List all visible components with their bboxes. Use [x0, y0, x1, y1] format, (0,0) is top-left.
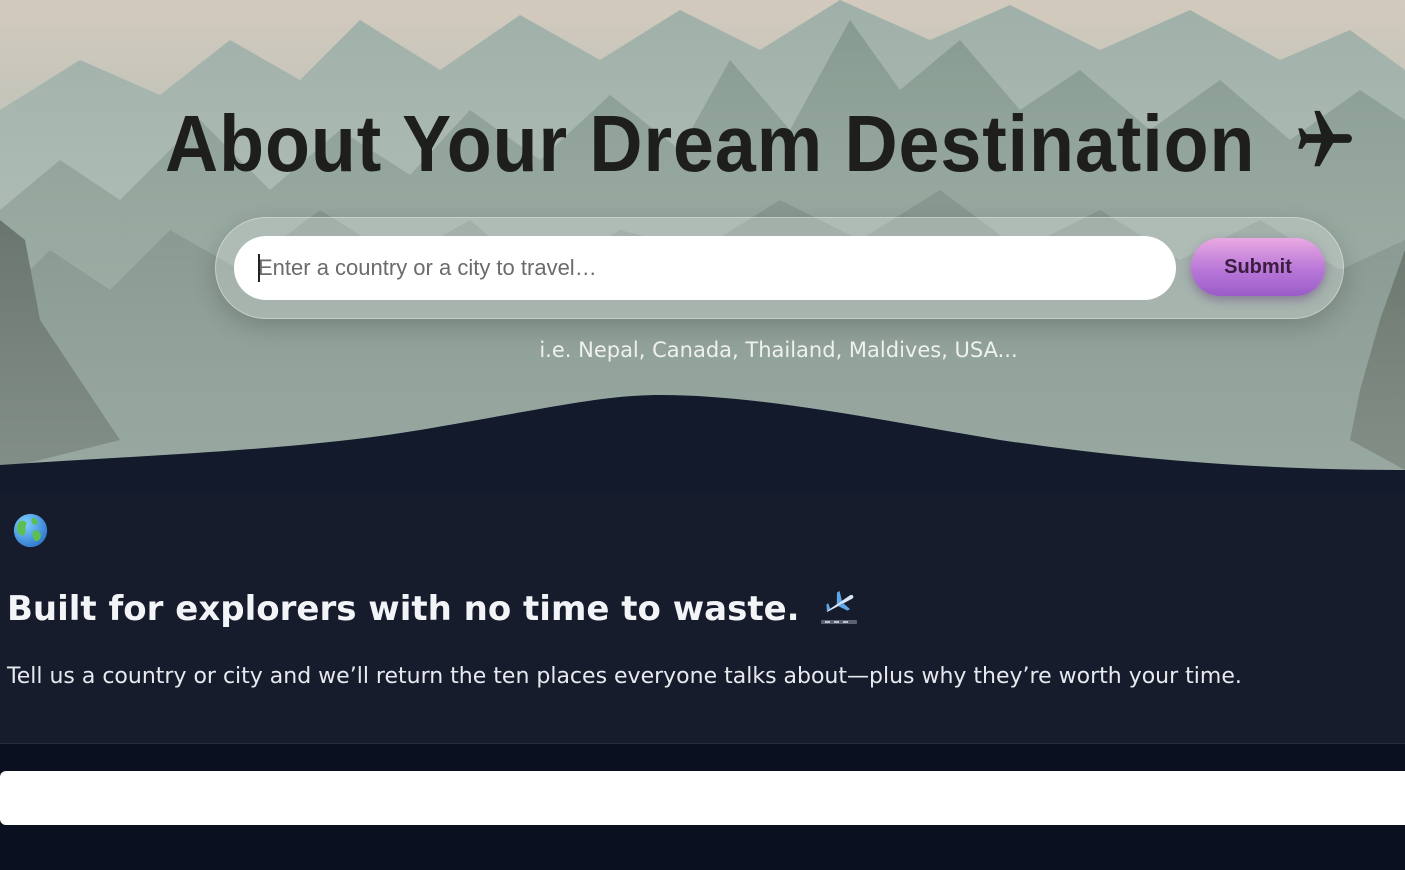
airplane-departure-icon — [821, 590, 858, 624]
page-title-text: About Your Dream Destination — [165, 99, 1256, 188]
info-section: Built for explorers with no time to wast… — [0, 492, 1405, 744]
destination-search-input[interactable] — [234, 236, 1176, 300]
info-heading: Built for explorers with no time to wast… — [7, 588, 859, 629]
info-heading-text: Built for explorers with no time to wast… — [7, 589, 800, 629]
info-description: Tell us a country or city and we’ll retu… — [7, 664, 1242, 689]
results-panel — [0, 771, 1405, 825]
submit-button[interactable]: Submit — [1191, 238, 1325, 296]
search-hint: i.e. Nepal, Canada, Thailand, Maldives, … — [539, 338, 1018, 362]
hero-section: About Your Dream Destination Submit i.e.… — [0, 0, 1405, 492]
airplane-icon — [1298, 110, 1353, 167]
globe-icon — [13, 513, 48, 548]
page-title: About Your Dream Destination — [165, 98, 1353, 190]
text-cursor — [258, 254, 260, 282]
